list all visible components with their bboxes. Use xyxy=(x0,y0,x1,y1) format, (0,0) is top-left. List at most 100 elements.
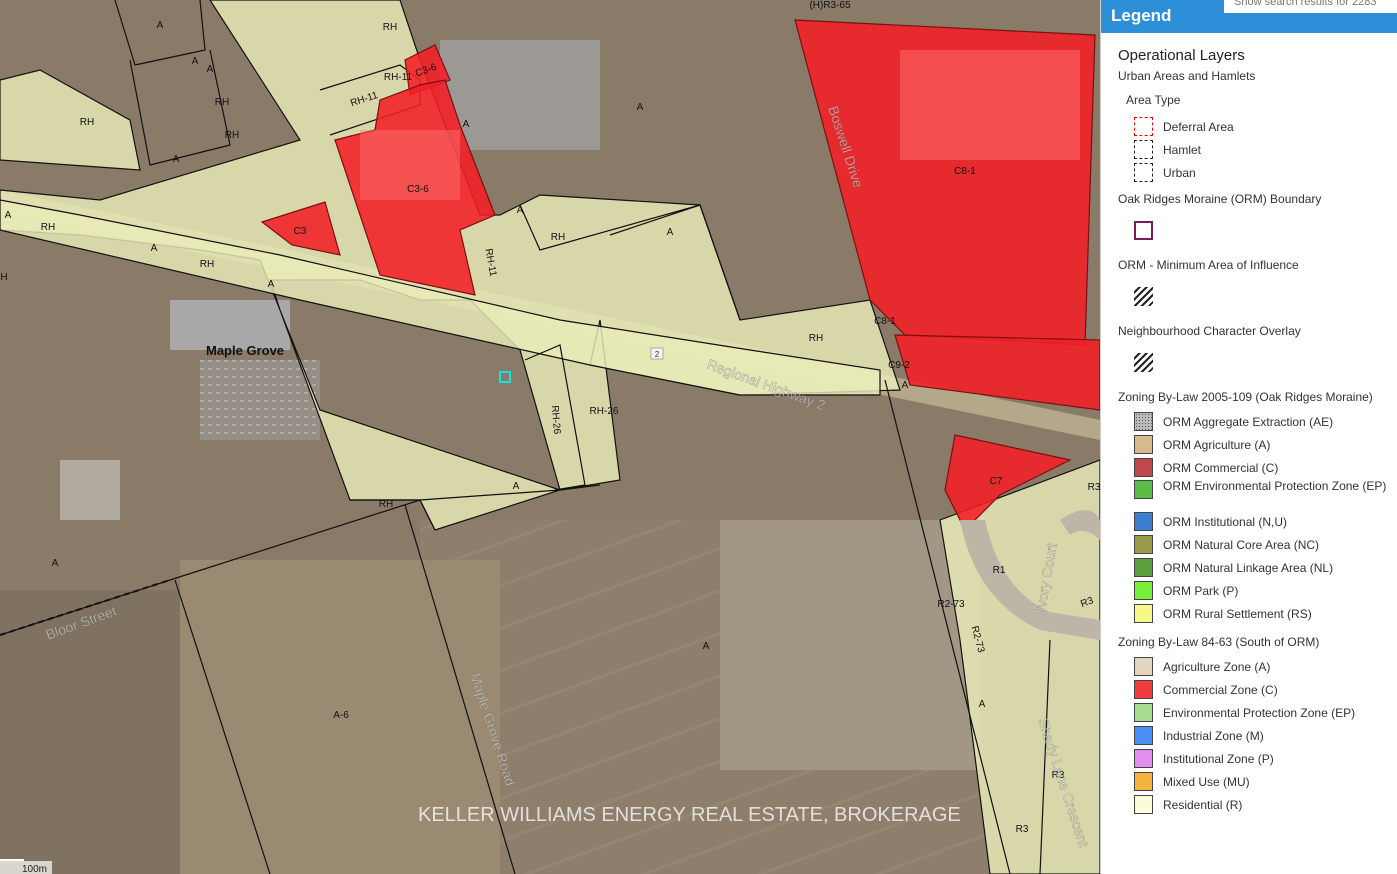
legend-title: Legend xyxy=(1111,6,1172,25)
map-canvas[interactable]: A A A RH RH RH RH A RH-11 RH-11 C3-6 C3-… xyxy=(0,0,1100,874)
legend-item-deferral: Deferral Area xyxy=(1118,115,1397,138)
route-shield-number: 2 xyxy=(655,350,660,359)
scale-label: 100m xyxy=(22,864,47,874)
orm-swatch xyxy=(1134,512,1153,531)
legend-item-label: Industrial Zone (M) xyxy=(1163,728,1264,743)
label-c3-6: C3-6 xyxy=(407,184,429,195)
label-a: A xyxy=(173,154,180,165)
south-swatch xyxy=(1134,657,1153,676)
label-r1: R1 xyxy=(993,565,1006,576)
label-h-r3-65: (H)R3-65 xyxy=(809,0,851,11)
legend-item-label: Urban xyxy=(1163,165,1196,180)
zoning-map[interactable]: A A A RH RH RH RH A RH-11 RH-11 C3-6 C3-… xyxy=(0,0,1100,874)
label-a: A xyxy=(157,20,164,31)
legend-item-label: Residential (R) xyxy=(1163,797,1243,812)
orm-item: ORM Park (P) xyxy=(1118,579,1397,602)
south-item: Commercial Zone (C) xyxy=(1118,678,1397,701)
orm-item: ORM Natural Linkage Area (NL) xyxy=(1118,556,1397,579)
orm-swatch xyxy=(1134,604,1153,623)
search-hint[interactable]: Show search results for 2283 xyxy=(1224,0,1397,13)
label-rh: RH xyxy=(379,499,393,510)
label-h: H xyxy=(0,272,7,283)
orm-boundary-swatch xyxy=(1134,220,1153,240)
zoning-orm-title: Zoning By-Law 2005-109 (Oak Ridges Morai… xyxy=(1118,390,1373,404)
label-c8-1: C8-1 xyxy=(954,166,976,177)
south-swatch xyxy=(1134,772,1153,791)
legend-item-label: ORM Agriculture (A) xyxy=(1163,437,1271,452)
south-swatch xyxy=(1134,749,1153,768)
legend-item-label: ORM Aggregate Extraction (AE) xyxy=(1163,414,1334,429)
orm-boundary-title: Oak Ridges Moraine (ORM) Boundary xyxy=(1118,192,1322,206)
label-a: A xyxy=(979,699,986,710)
label-a: A xyxy=(902,380,909,391)
orm-item: ORM Aggregate Extraction (AE) xyxy=(1118,410,1397,433)
deferral-swatch xyxy=(1134,117,1153,136)
neighbourhood-title: Neighbourhood Character Overlay xyxy=(1118,324,1301,338)
zoning-south-title: Zoning By-Law 84-63 (South of ORM) xyxy=(1118,635,1320,649)
legend-item-label: ORM Commercial (C) xyxy=(1163,460,1279,475)
label-rh: RH-26 xyxy=(590,406,619,417)
orm-swatch xyxy=(1134,412,1153,431)
legend-item-label: ORM Natural Linkage Area (NL) xyxy=(1163,560,1334,575)
aerial-warehouse xyxy=(440,40,600,150)
label-rh: RH xyxy=(80,117,94,128)
legend-item-neighbourhood xyxy=(1118,348,1397,376)
hatch-icon xyxy=(1134,286,1153,306)
legend-body: Operational Layers Urban Areas and Hamle… xyxy=(1101,33,1397,816)
label-rh: RH xyxy=(551,232,565,243)
area-type-title: Area Type xyxy=(1126,93,1181,107)
label-r2-73: R2-73 xyxy=(937,599,965,610)
legend-item-label: ORM Park (P) xyxy=(1163,583,1239,598)
commercial-building xyxy=(900,50,1080,160)
orm-items: ORM Aggregate Extraction (AE) ORM Agricul… xyxy=(1118,410,1397,625)
label-a-6: A-6 xyxy=(333,710,349,721)
south-items: Agriculture Zone (A) Commercial Zone (C) E… xyxy=(1118,655,1397,816)
label-a: A xyxy=(513,481,520,492)
south-item: Environmental Protection Zone (EP) xyxy=(1118,701,1397,724)
label-rh: RH xyxy=(215,97,229,108)
urban-areas-title: Urban Areas and Hamlets xyxy=(1118,69,1256,83)
south-item: Residential (R) xyxy=(1118,793,1397,816)
aerial-building-sw xyxy=(60,460,120,520)
legend-item-label: ORM Institutional (N,U) xyxy=(1163,514,1288,529)
watermark: KELLER WILLIAMS ENERGY REAL ESTATE, BROK… xyxy=(418,804,961,826)
south-swatch xyxy=(1134,680,1153,699)
label-rh: RH xyxy=(383,22,397,33)
legend-panel[interactable]: Legend Show search results for 2283 Oper… xyxy=(1100,0,1397,874)
hamlet-swatch xyxy=(1134,140,1153,159)
orm-item: ORM Agriculture (A) xyxy=(1118,433,1397,456)
label-a: A xyxy=(463,119,470,130)
south-swatch xyxy=(1134,795,1153,814)
label-a: A xyxy=(703,641,710,652)
south-item: Mixed Use (MU) xyxy=(1118,770,1397,793)
label-rh: RH xyxy=(200,259,214,270)
label-c3: C3 xyxy=(294,226,307,237)
legend-item-label: Environmental Protection Zone (EP) xyxy=(1163,705,1356,720)
orm-item: ORM Commercial (C) xyxy=(1118,456,1397,479)
label-a: A xyxy=(268,279,275,290)
label-c7: C7 xyxy=(990,476,1003,487)
legend-item-label: ORM Environmental Protection Zone (EP) xyxy=(1163,479,1387,493)
south-swatch xyxy=(1134,703,1153,722)
orm-swatch xyxy=(1134,535,1153,554)
orm-swatch xyxy=(1134,581,1153,600)
label-a: A xyxy=(52,558,59,569)
label-rh-11: RH-11 xyxy=(384,72,413,83)
south-item: Industrial Zone (M) xyxy=(1118,724,1397,747)
orm-swatch xyxy=(1134,458,1153,477)
orm-item: ORM Rural Settlement (RS) xyxy=(1118,602,1397,625)
hatch-icon xyxy=(1134,352,1153,372)
south-swatch xyxy=(1134,726,1153,745)
orm-item: ORM Natural Core Area (NC) xyxy=(1118,533,1397,556)
label-a: A xyxy=(5,210,12,221)
legend-item-label: Mixed Use (MU) xyxy=(1163,774,1250,789)
label-c8-1: C8-1 xyxy=(874,316,896,327)
south-item: Institutional Zone (P) xyxy=(1118,747,1397,770)
urban-swatch xyxy=(1134,163,1153,182)
legend-item-label: Hamlet xyxy=(1163,142,1202,157)
legend-item-label: ORM Rural Settlement (RS) xyxy=(1163,606,1312,621)
label-a: A xyxy=(207,64,214,75)
orm-swatch xyxy=(1134,435,1153,454)
label-a: A xyxy=(192,56,199,67)
legend-item-label: Deferral Area xyxy=(1163,119,1234,134)
